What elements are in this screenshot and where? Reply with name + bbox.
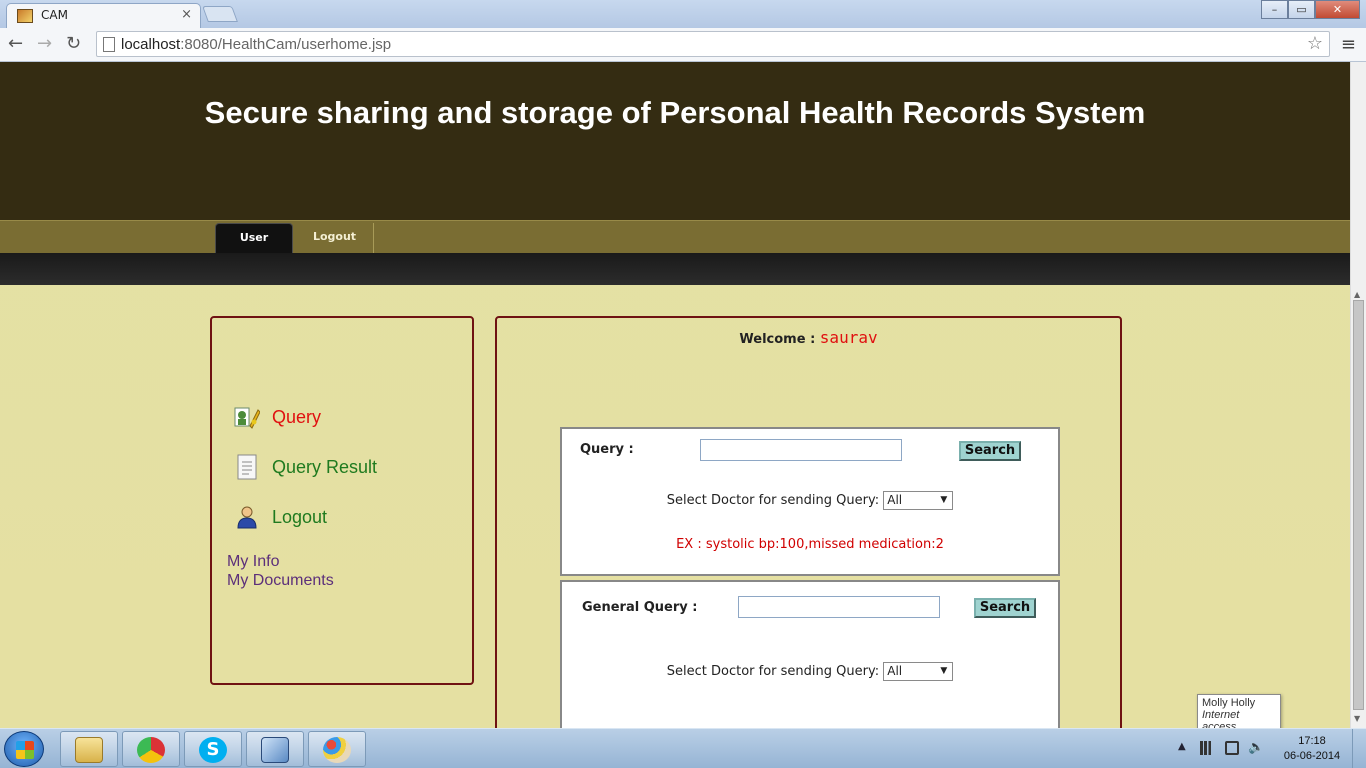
doctor-select-label: Select Doctor for sending Query: bbox=[666, 493, 880, 508]
scroll-thumb[interactable] bbox=[1353, 300, 1364, 710]
welcome-label: Welcome : bbox=[739, 332, 816, 347]
taskbar-app-skype[interactable]: S bbox=[184, 731, 242, 767]
query-example-text: EX : systolic bp:100,missed medication:2 bbox=[676, 537, 944, 552]
chevron-down-icon: ▼ bbox=[940, 495, 948, 505]
browser-menu-icon[interactable]: ≡ bbox=[1341, 34, 1356, 55]
paint-icon bbox=[323, 737, 351, 763]
chrome-icon bbox=[137, 737, 165, 763]
new-tab-button[interactable] bbox=[202, 6, 238, 22]
clock-time: 17:18 bbox=[1298, 735, 1326, 747]
chevron-down-icon: ▼ bbox=[940, 666, 948, 676]
page-scrollbar[interactable]: ▲ ▼ bbox=[1350, 62, 1366, 728]
doctor-select-value: All bbox=[887, 664, 903, 678]
welcome-username: saurav bbox=[819, 328, 878, 347]
nav-tab-logout[interactable]: Logout bbox=[296, 223, 374, 254]
doctor-select-row: Select Doctor for sending Query: All ▼ bbox=[562, 491, 1058, 510]
query-icon bbox=[234, 407, 260, 429]
taskbar-app-paint[interactable] bbox=[308, 731, 366, 767]
document-icon bbox=[237, 454, 257, 480]
query-label: Query : bbox=[580, 442, 634, 457]
general-query-label: General Query : bbox=[582, 600, 698, 615]
maximize-button[interactable]: ▭ bbox=[1288, 0, 1315, 19]
minimize-button[interactable]: – bbox=[1261, 0, 1288, 19]
web-page: Secure sharing and storage of Personal H… bbox=[0, 62, 1350, 728]
general-query-form: General Query : Search Select Doctor for… bbox=[560, 580, 1060, 728]
nav-underbar bbox=[0, 253, 1350, 285]
main-content-panel: Welcome : saurav Query : Search Select D… bbox=[495, 316, 1122, 728]
doctor-select-value: All bbox=[887, 493, 903, 507]
tooltip-title: Molly Holly bbox=[1202, 697, 1256, 709]
general-query-search-button[interactable]: Search bbox=[974, 598, 1036, 618]
browser-toolbar: ← → ↻ localhost:8080/HealthCam/userhome.… bbox=[0, 28, 1366, 62]
general-query-input[interactable] bbox=[738, 596, 940, 618]
back-icon[interactable]: ← bbox=[8, 33, 23, 54]
scroll-down-icon[interactable]: ▼ bbox=[1354, 714, 1360, 723]
taskbar-app-chrome[interactable] bbox=[122, 731, 180, 767]
url-text: localhost:8080/HealthCam/userhome.jsp bbox=[121, 36, 391, 53]
close-window-button[interactable]: ✕ bbox=[1315, 0, 1360, 19]
query-search-button[interactable]: Search bbox=[959, 441, 1021, 461]
volume-icon[interactable]: 🔈 bbox=[1248, 741, 1264, 755]
windows-logo-icon bbox=[16, 741, 34, 759]
virtualbox-icon bbox=[261, 737, 289, 763]
network-signal-icon[interactable] bbox=[1200, 741, 1214, 755]
user-icon bbox=[237, 506, 257, 529]
forward-icon[interactable]: → bbox=[37, 33, 52, 54]
url-host: localhost bbox=[121, 36, 181, 53]
my-documents-link[interactable]: My Documents bbox=[227, 572, 334, 590]
sidebar-item-query-result[interactable]: Query Result bbox=[234, 454, 377, 480]
site-header: Secure sharing and storage of Personal H… bbox=[0, 62, 1350, 220]
tab-close-icon[interactable]: × bbox=[181, 7, 192, 22]
power-icon[interactable] bbox=[1225, 741, 1239, 755]
query-input[interactable] bbox=[700, 439, 902, 461]
url-path: :8080/HealthCam/userhome.jsp bbox=[180, 36, 392, 53]
nav-tab-user[interactable]: User bbox=[215, 223, 293, 254]
address-bar[interactable]: localhost:8080/HealthCam/userhome.jsp ☆ bbox=[96, 31, 1330, 57]
favicon-icon bbox=[17, 9, 33, 23]
tab-title: CAM bbox=[41, 8, 68, 22]
sidebar-item-label: Logout bbox=[272, 506, 328, 527]
sidebar-item-label: Query Result bbox=[272, 456, 378, 477]
site-title: Secure sharing and storage of Personal H… bbox=[204, 95, 1146, 130]
tray-expand-icon[interactable]: ▲ bbox=[1178, 741, 1186, 752]
taskbar-app-virtualbox[interactable] bbox=[246, 731, 304, 767]
window-controls: – ▭ ✕ bbox=[1261, 0, 1360, 19]
browser-tabstrip: CAM × – ▭ ✕ bbox=[0, 0, 1366, 28]
show-desktop-button[interactable] bbox=[1352, 729, 1366, 768]
doctor-select[interactable]: All ▼ bbox=[883, 491, 954, 510]
sidebar-panel: Query Query Result Logout My Info My Doc… bbox=[210, 316, 474, 685]
doctor-select-label: Select Doctor for sending Query: bbox=[666, 664, 880, 679]
general-doctor-select[interactable]: All ▼ bbox=[883, 662, 954, 681]
taskbar: S ▲ 🔈 17:18 06-06-2014 bbox=[0, 728, 1366, 768]
sidebar-item-logout[interactable]: Logout bbox=[234, 504, 327, 530]
network-tooltip: Molly Holly Internet access bbox=[1197, 694, 1281, 733]
scroll-up-icon[interactable]: ▲ bbox=[1354, 290, 1360, 299]
general-doctor-select-row: Select Doctor for sending Query: All ▼ bbox=[562, 662, 1058, 681]
start-button[interactable] bbox=[4, 731, 44, 767]
welcome-message: Welcome : saurav bbox=[497, 328, 1120, 347]
bookmark-star-icon[interactable]: ☆ bbox=[1307, 33, 1323, 54]
sidebar-item-label: Query bbox=[272, 406, 322, 427]
page-icon bbox=[103, 37, 115, 52]
file-explorer-icon bbox=[75, 737, 103, 763]
skype-icon: S bbox=[199, 737, 227, 763]
taskbar-app-explorer[interactable] bbox=[60, 731, 118, 767]
query-form: Query : Search Select Doctor for sending… bbox=[560, 427, 1060, 576]
clock-date: 06-06-2014 bbox=[1283, 750, 1341, 762]
reload-icon[interactable]: ↻ bbox=[66, 33, 81, 54]
system-clock[interactable]: 17:18 06-06-2014 bbox=[1280, 734, 1344, 764]
browser-tab[interactable]: CAM × bbox=[6, 3, 201, 28]
my-info-link[interactable]: My Info bbox=[227, 553, 279, 571]
main-nav: User Logout bbox=[0, 220, 1350, 254]
sidebar-item-query[interactable]: Query bbox=[234, 404, 321, 430]
